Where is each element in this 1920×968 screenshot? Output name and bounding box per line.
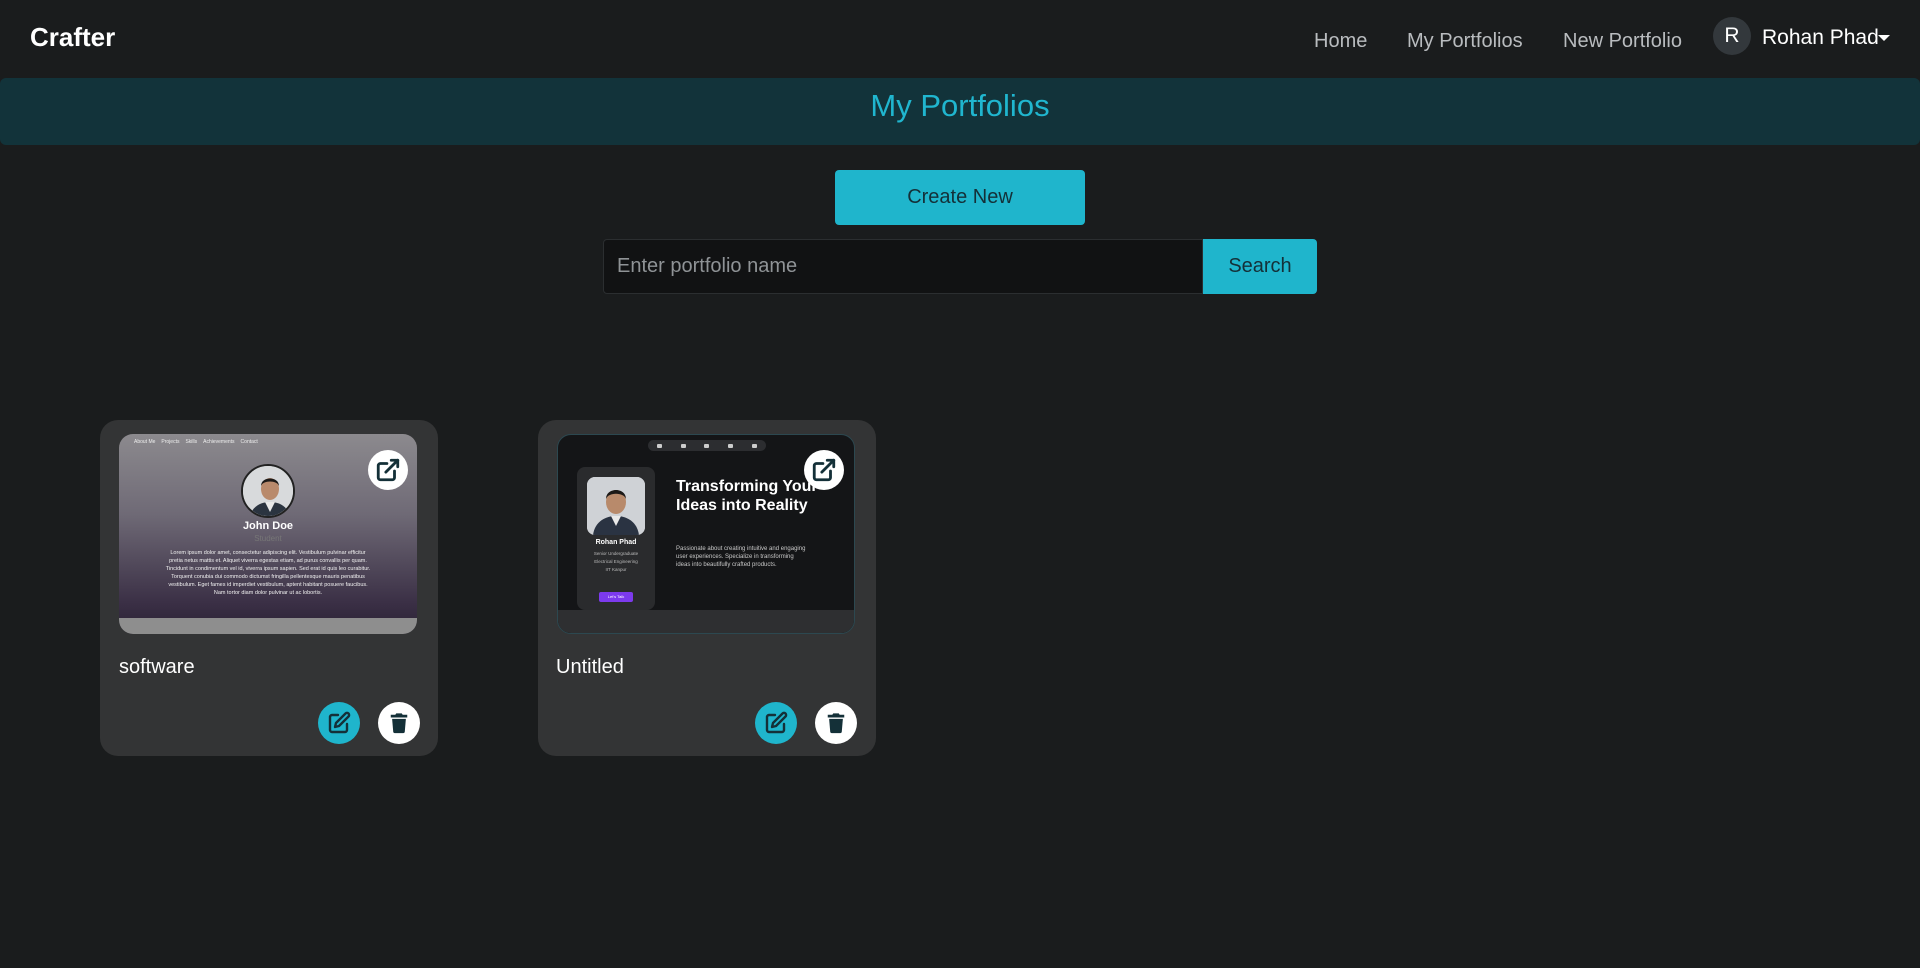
preview-nav-item: About Me: [134, 439, 156, 445]
profile-photo: [587, 477, 645, 535]
folder-icon: [680, 443, 686, 448]
delete-portfolio-button[interactable]: [815, 702, 857, 744]
search-input[interactable]: [603, 239, 1203, 294]
edit-icon: [765, 711, 788, 734]
nav-link-home[interactable]: Home: [1314, 30, 1367, 53]
bulb-icon: [704, 443, 710, 448]
nav-link-my-portfolios[interactable]: My Portfolios: [1407, 30, 1523, 53]
profile-photo: [241, 464, 295, 518]
preview-name: John Doe: [242, 520, 294, 532]
edit-portfolio-button[interactable]: [755, 702, 797, 744]
navbar: Crafter Home My Portfolios New Portfolio…: [0, 0, 1920, 76]
preview-nav-item: Contact: [240, 439, 258, 445]
create-new-button[interactable]: Create New: [835, 170, 1085, 225]
external-link-icon: [376, 458, 400, 482]
user-menu-toggle[interactable]: Rohan Phad: [1762, 26, 1879, 50]
delete-portfolio-button[interactable]: [378, 702, 420, 744]
edit-portfolio-button[interactable]: [318, 702, 360, 744]
preview-nav-item: Achievements: [203, 439, 235, 445]
trash-icon: [390, 713, 408, 734]
preview-nav: [648, 440, 766, 451]
portfolio-card: About Me Projects Skills Achievements Contac…: [100, 420, 438, 756]
preview-subtitle: Senior Undergraduate: [593, 551, 639, 556]
portfolio-title: Untitled: [556, 656, 624, 678]
caret-down-icon[interactable]: [1878, 35, 1890, 41]
preview-subtitle: Electrical Engineering: [594, 559, 638, 564]
page-title: My Portfolios: [870, 88, 1050, 123]
preview-profile-card: Rohan Phad Senior Undergraduate Electric…: [577, 467, 655, 610]
mail-icon: [751, 443, 757, 448]
preview-description: Lorem ipsum dolor amet, consectetur adip…: [165, 550, 371, 596]
trash-icon: [827, 713, 845, 734]
open-portfolio-button[interactable]: [804, 450, 844, 490]
external-link-icon: [812, 458, 836, 482]
portfolio-card: Rohan Phad Senior Undergraduate Electric…: [538, 420, 876, 756]
avatar[interactable]: R: [1713, 17, 1751, 55]
preview-nav-item: Skills: [185, 439, 198, 445]
preview-nav: About Me Projects Skills Achievements Contac…: [134, 439, 264, 445]
preview-footer: [558, 610, 854, 633]
nav-link-new-portfolio[interactable]: New Portfolio: [1563, 30, 1682, 53]
brand-logo[interactable]: Crafter: [30, 22, 115, 53]
preview-cta-button: Let's Talk: [599, 592, 633, 602]
portfolio-title: software: [119, 656, 195, 678]
edit-icon: [328, 711, 351, 734]
home-icon: [657, 443, 663, 448]
preview-footer: [119, 618, 417, 634]
preview-role: Student: [254, 534, 282, 543]
search-button[interactable]: Search: [1203, 239, 1317, 294]
briefcase-icon: [728, 443, 734, 448]
preview-nav-item: Projects: [161, 439, 180, 445]
preview-subtitle: IIT Kanpur: [605, 567, 627, 572]
preview-name: Rohan Phad: [595, 539, 637, 546]
preview-paragraph: Passionate about creating intuitive and …: [676, 546, 806, 568]
open-portfolio-button[interactable]: [368, 450, 408, 490]
